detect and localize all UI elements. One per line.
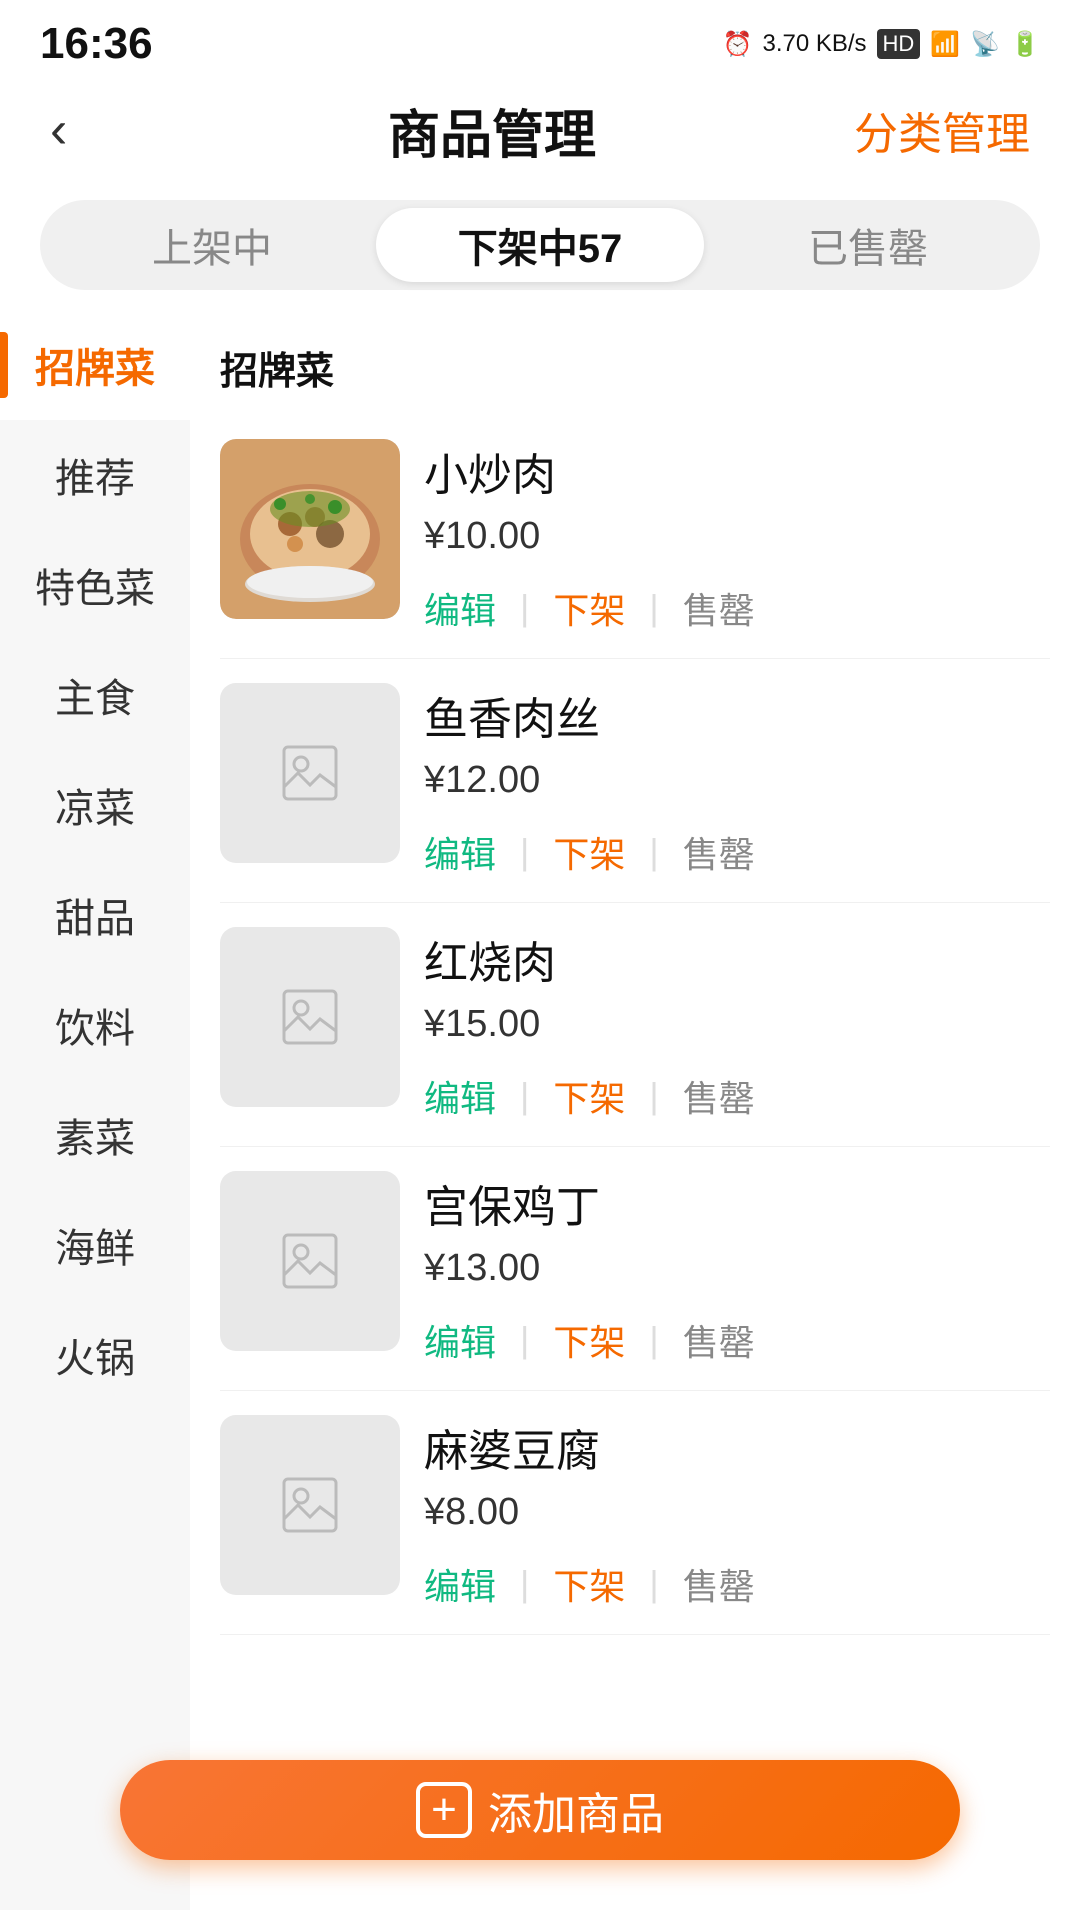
product-actions-p3: 编辑 | 下架 | 售罄 — [424, 1070, 1050, 1122]
edit-button-p1[interactable]: 编辑 — [424, 582, 496, 634]
sold-button-p4[interactable]: 售罄 — [683, 1314, 755, 1366]
product-info-p2: 鱼香肉丝 ¥12.00 编辑 | 下架 | 售罄 — [400, 683, 1050, 878]
product-item: 鱼香肉丝 ¥12.00 编辑 | 下架 | 售罄 — [220, 659, 1050, 903]
edit-button-p5[interactable]: 编辑 — [424, 1558, 496, 1610]
sold-button-p5[interactable]: 售罄 — [683, 1558, 755, 1610]
product-price-p4: ¥13.00 — [424, 1247, 1050, 1290]
offline-button-p3[interactable]: 下架 — [553, 1070, 625, 1122]
add-product-label: 添加商品 — [488, 1778, 664, 1842]
product-info-p5: 麻婆豆腐 ¥8.00 编辑 | 下架 | 售罄 — [400, 1415, 1050, 1610]
product-name-p2: 鱼香肉丝 — [424, 683, 1050, 747]
offline-button-p5[interactable]: 下架 — [553, 1558, 625, 1610]
add-product-button[interactable]: 添加商品 — [120, 1760, 960, 1860]
sidebar-item-specialty[interactable]: 特色菜 — [0, 530, 190, 640]
sidebar-item-veg[interactable]: 素菜 — [0, 1080, 190, 1190]
action-divider: | — [649, 587, 658, 629]
product-price-p1: ¥10.00 — [424, 515, 1050, 558]
product-name-p5: 麻婆豆腐 — [424, 1415, 1050, 1479]
tab-on-shelf[interactable]: 上架中 — [48, 208, 376, 282]
sidebar-item-dessert[interactable]: 甜品 — [0, 860, 190, 970]
sold-button-p2[interactable]: 售罄 — [683, 826, 755, 878]
status-icons: ⏰ 3.70 KB/s HD 📶 📡 🔋 — [723, 29, 1040, 59]
product-item: 小炒肉 ¥10.00 编辑 | 下架 | 售罄 — [220, 415, 1050, 659]
back-button[interactable]: ‹ — [50, 100, 130, 160]
status-time: 16:36 — [40, 19, 153, 69]
wifi-icon: 📡 — [970, 30, 1000, 59]
network-speed: 3.70 KB/s — [762, 30, 866, 58]
edit-button-p3[interactable]: 编辑 — [424, 1070, 496, 1122]
sidebar-item-cold[interactable]: 凉菜 — [0, 750, 190, 860]
product-actions-p1: 编辑 | 下架 | 售罄 — [424, 582, 1050, 634]
image-placeholder-icon — [280, 987, 340, 1047]
page-title: 商品管理 — [388, 93, 596, 168]
add-icon — [416, 1782, 472, 1838]
tab-sold-out[interactable]: 已售罄 — [704, 208, 1032, 282]
product-actions-p2: 编辑 | 下架 | 售罄 — [424, 826, 1050, 878]
alarm-icon: ⏰ — [723, 30, 753, 59]
offline-button-p1[interactable]: 下架 — [553, 582, 625, 634]
edit-button-p4[interactable]: 编辑 — [424, 1314, 496, 1366]
main-content: 招牌菜 推荐 特色菜 主食 凉菜 甜品 饮料 素菜 海鲜 火锅 招牌菜 — [0, 310, 1080, 1910]
tab-off-shelf[interactable]: 下架中57 — [376, 208, 704, 282]
offline-button-p2[interactable]: 下架 — [553, 826, 625, 878]
image-placeholder-icon — [280, 1231, 340, 1291]
tab-bar: 上架中 下架中57 已售罄 — [40, 200, 1040, 290]
sidebar: 招牌菜 推荐 特色菜 主食 凉菜 甜品 饮料 素菜 海鲜 火锅 — [0, 310, 190, 1910]
product-price-p5: ¥8.00 — [424, 1491, 1050, 1534]
product-info-p1: 小炒肉 ¥10.00 编辑 | 下架 | 售罄 — [400, 439, 1050, 634]
sold-button-p1[interactable]: 售罄 — [683, 582, 755, 634]
product-price-p2: ¥12.00 — [424, 759, 1050, 802]
sold-button-p3[interactable]: 售罄 — [683, 1070, 755, 1122]
product-image-p1 — [220, 439, 400, 619]
product-image-p3 — [220, 927, 400, 1107]
product-image-p2 — [220, 683, 400, 863]
category-management-button[interactable]: 分类管理 — [854, 98, 1030, 162]
category-title: 招牌菜 — [220, 310, 1050, 415]
image-placeholder-icon — [280, 1475, 340, 1535]
product-info-p4: 宫保鸡丁 ¥13.00 编辑 | 下架 | 售罄 — [400, 1171, 1050, 1366]
hd-badge: HD — [877, 29, 921, 59]
product-image-p4 — [220, 1171, 400, 1351]
product-item: 麻婆豆腐 ¥8.00 编辑 | 下架 | 售罄 — [220, 1391, 1050, 1635]
image-placeholder-icon — [280, 743, 340, 803]
sidebar-item-staple[interactable]: 主食 — [0, 640, 190, 750]
battery-icon: 🔋 — [1010, 30, 1040, 59]
sidebar-item-seafood[interactable]: 海鲜 — [0, 1190, 190, 1300]
product-name-p1: 小炒肉 — [424, 439, 1050, 503]
action-divider: | — [520, 587, 529, 629]
product-info-p3: 红烧肉 ¥15.00 编辑 | 下架 | 售罄 — [400, 927, 1050, 1122]
product-item: 红烧肉 ¥15.00 编辑 | 下架 | 售罄 — [220, 903, 1050, 1147]
product-item: 宫保鸡丁 ¥13.00 编辑 | 下架 | 售罄 — [220, 1147, 1050, 1391]
product-actions-p5: 编辑 | 下架 | 售罄 — [424, 1558, 1050, 1610]
signal-icon: 📶 — [930, 30, 960, 59]
status-bar: 16:36 ⏰ 3.70 KB/s HD 📶 📡 🔋 — [0, 0, 1080, 80]
product-list: 招牌菜 — [190, 310, 1080, 1910]
product-price-p3: ¥15.00 — [424, 1003, 1050, 1046]
product-actions-p4: 编辑 | 下架 | 售罄 — [424, 1314, 1050, 1366]
header: ‹ 商品管理 分类管理 — [0, 80, 1080, 180]
edit-button-p2[interactable]: 编辑 — [424, 826, 496, 878]
sidebar-item-recommend[interactable]: 推荐 — [0, 420, 190, 530]
product-image-p5 — [220, 1415, 400, 1595]
offline-button-p4[interactable]: 下架 — [553, 1314, 625, 1366]
product-name-p4: 宫保鸡丁 — [424, 1171, 1050, 1235]
sidebar-item-drinks[interactable]: 饮料 — [0, 970, 190, 1080]
product-name-p3: 红烧肉 — [424, 927, 1050, 991]
sidebar-item-signature[interactable]: 招牌菜 — [0, 310, 190, 420]
sidebar-item-hotpot[interactable]: 火锅 — [0, 1300, 190, 1410]
